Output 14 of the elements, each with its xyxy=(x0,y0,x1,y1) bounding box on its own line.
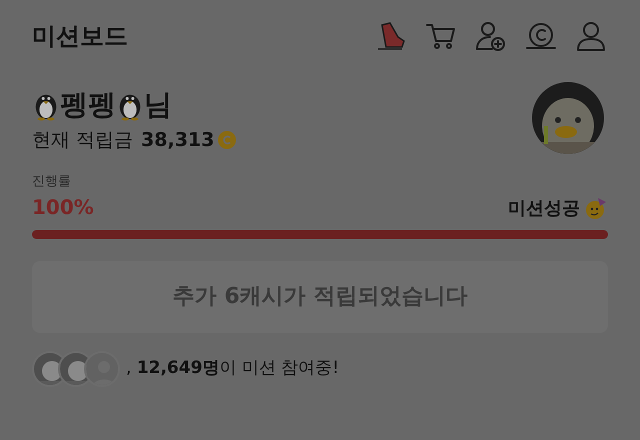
page-title: 미션보드 xyxy=(32,21,128,52)
participants-text: , 12,649명이 미션 참여중! xyxy=(126,356,340,380)
progress-label: 진행률 xyxy=(32,173,72,191)
coin-icon xyxy=(218,130,236,149)
user-name: 님 xyxy=(144,86,172,122)
avatar-placeholder xyxy=(84,350,120,386)
add-user-icon[interactable] xyxy=(474,19,508,53)
user-name: 펭펭 xyxy=(60,86,116,122)
status-text: 미션성공 xyxy=(508,196,580,220)
progress-percent: 100% xyxy=(32,194,94,220)
balance-label: 현재 적립금 xyxy=(32,128,134,152)
user-icon[interactable] xyxy=(574,19,608,53)
party-face-icon xyxy=(584,196,608,220)
balance-amount: 38,313 xyxy=(141,128,214,152)
